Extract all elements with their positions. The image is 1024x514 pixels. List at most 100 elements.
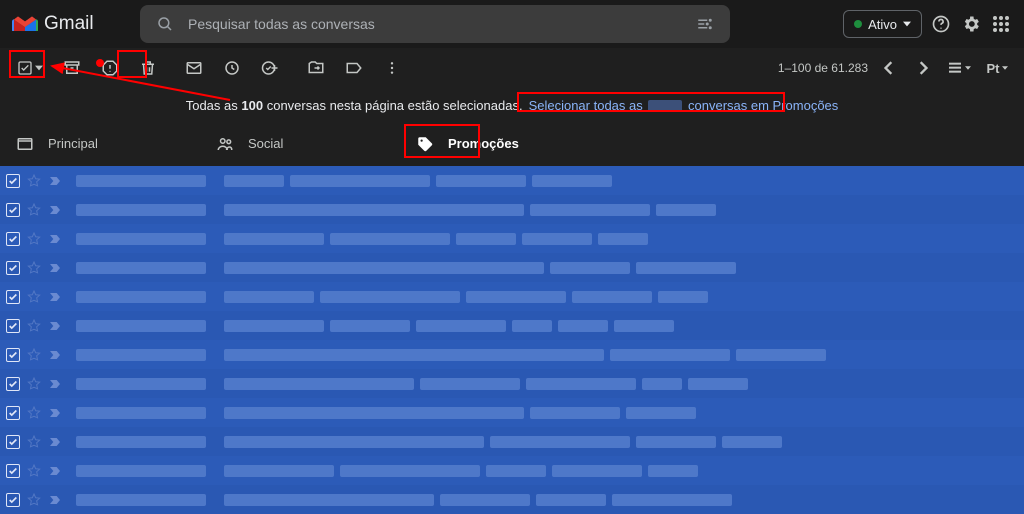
row-sender	[76, 175, 206, 187]
importance-icon[interactable]	[48, 289, 64, 305]
apps-grid-icon[interactable]	[990, 13, 1012, 35]
importance-icon[interactable]	[48, 463, 64, 479]
message-row[interactable]	[0, 398, 1024, 427]
selection-banner: Todas as 100 conversas nesta página estã…	[0, 88, 1024, 122]
importance-icon[interactable]	[48, 376, 64, 392]
row-checkbox[interactable]	[6, 319, 20, 333]
help-icon[interactable]	[930, 13, 952, 35]
importance-icon[interactable]	[48, 231, 64, 247]
tab-label: Principal	[48, 136, 98, 151]
message-row[interactable]	[0, 485, 1024, 514]
message-row[interactable]	[0, 456, 1024, 485]
star-icon[interactable]	[26, 376, 42, 392]
star-icon[interactable]	[26, 289, 42, 305]
importance-icon[interactable]	[48, 405, 64, 421]
search-icon	[154, 13, 176, 35]
row-checkbox[interactable]	[6, 406, 20, 420]
importance-icon[interactable]	[48, 492, 64, 508]
row-checkbox[interactable]	[6, 232, 20, 246]
search-bar[interactable]	[140, 5, 730, 43]
message-row[interactable]	[0, 166, 1024, 195]
primary-tab-icon	[16, 135, 34, 153]
status-dot-icon	[854, 20, 862, 28]
message-list	[0, 166, 1024, 514]
row-checkbox[interactable]	[6, 261, 20, 275]
row-subject	[224, 291, 1018, 303]
star-icon[interactable]	[26, 492, 42, 508]
row-subject	[224, 175, 1018, 187]
row-subject	[224, 320, 1018, 332]
star-icon[interactable]	[26, 231, 42, 247]
row-subject	[224, 233, 1018, 245]
importance-icon[interactable]	[48, 260, 64, 276]
star-icon[interactable]	[26, 318, 42, 334]
status-label: Ativo	[868, 17, 897, 32]
star-icon[interactable]	[26, 434, 42, 450]
star-icon[interactable]	[26, 202, 42, 218]
row-checkbox[interactable]	[6, 203, 20, 217]
row-checkbox[interactable]	[6, 493, 20, 507]
message-row[interactable]	[0, 369, 1024, 398]
importance-icon[interactable]	[48, 318, 64, 334]
gmail-icon	[12, 14, 38, 34]
more-button[interactable]	[374, 52, 410, 84]
importance-icon[interactable]	[48, 347, 64, 363]
importance-icon[interactable]	[48, 434, 64, 450]
message-row[interactable]	[0, 253, 1024, 282]
gmail-logo[interactable]: Gmail	[12, 13, 132, 35]
row-sender	[76, 494, 206, 506]
select-all-in-category-link[interactable]: Selecionar todas as conversas em Promoçõ…	[529, 98, 839, 113]
row-sender	[76, 291, 206, 303]
page-next-button[interactable]	[910, 55, 936, 81]
tab-promotions[interactable]: Promoções	[400, 122, 600, 165]
star-icon[interactable]	[26, 405, 42, 421]
message-row[interactable]	[0, 195, 1024, 224]
row-sender	[76, 407, 206, 419]
app-header: Gmail Ativo	[0, 0, 1024, 48]
importance-icon[interactable]	[48, 202, 64, 218]
report-spam-button[interactable]	[92, 52, 128, 84]
message-row[interactable]	[0, 340, 1024, 369]
message-row[interactable]	[0, 427, 1024, 456]
row-checkbox[interactable]	[6, 435, 20, 449]
row-checkbox[interactable]	[6, 348, 20, 362]
labels-button[interactable]	[336, 52, 372, 84]
move-to-button[interactable]	[298, 52, 334, 84]
category-tabs: Principal SocialPromoções	[0, 122, 1024, 166]
redacted-count	[648, 100, 682, 112]
mark-unread-button[interactable]	[176, 52, 212, 84]
row-sender	[76, 436, 206, 448]
search-input[interactable]	[188, 16, 682, 32]
message-row[interactable]	[0, 282, 1024, 311]
search-options-icon[interactable]	[694, 13, 716, 35]
message-row[interactable]	[0, 311, 1024, 340]
row-sender	[76, 465, 206, 477]
tab-social[interactable]: Social	[200, 122, 400, 165]
input-tools-button[interactable]: Pt	[978, 52, 1016, 84]
row-sender	[76, 378, 206, 390]
delete-button[interactable]	[130, 52, 166, 84]
density-button[interactable]	[942, 52, 976, 84]
row-checkbox[interactable]	[6, 174, 20, 188]
action-toolbar: 1–100 de 61.283 Pt	[0, 48, 1024, 88]
row-checkbox[interactable]	[6, 290, 20, 304]
select-all-checkbox[interactable]	[8, 52, 52, 84]
add-task-button[interactable]	[252, 52, 288, 84]
page-prev-button[interactable]	[876, 55, 902, 81]
row-checkbox[interactable]	[6, 377, 20, 391]
archive-button[interactable]	[54, 52, 90, 84]
star-icon[interactable]	[26, 347, 42, 363]
settings-gear-icon[interactable]	[960, 13, 982, 35]
star-icon[interactable]	[26, 173, 42, 189]
row-checkbox[interactable]	[6, 464, 20, 478]
row-sender	[76, 233, 206, 245]
star-icon[interactable]	[26, 260, 42, 276]
row-sender	[76, 262, 206, 274]
star-icon[interactable]	[26, 463, 42, 479]
status-pill[interactable]: Ativo	[843, 10, 922, 38]
message-row[interactable]	[0, 224, 1024, 253]
tab-primary[interactable]: Principal	[0, 122, 200, 165]
row-sender	[76, 349, 206, 361]
importance-icon[interactable]	[48, 173, 64, 189]
snooze-button[interactable]	[214, 52, 250, 84]
